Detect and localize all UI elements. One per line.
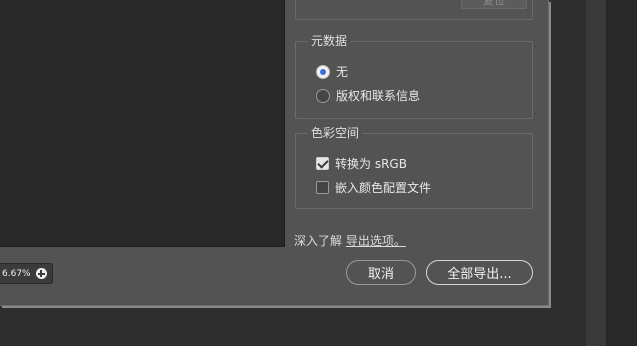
embed-profile-label: 嵌入颜色配置文件	[335, 181, 432, 195]
reset-button[interactable]: 复位	[461, 0, 527, 9]
app-edge	[606, 0, 637, 346]
zoom-in-icon[interactable]	[35, 268, 47, 279]
export-preview	[0, 0, 285, 247]
learn-more-text: 深入了解 导出选项。	[294, 232, 406, 249]
export-all-button[interactable]: 全部导出...	[426, 260, 533, 285]
checkbox-unchecked-icon[interactable]	[316, 181, 329, 194]
zoom-control[interactable]: 6.67%	[0, 263, 53, 284]
app-side-panel	[586, 0, 606, 346]
colorspace-title: 色彩空间	[308, 126, 363, 140]
radio-selected-icon[interactable]	[316, 64, 330, 79]
checkbox-checked-icon[interactable]	[316, 157, 329, 170]
metadata-option-copyright[interactable]: 版权和联系信息	[316, 87, 420, 104]
metadata-option-label: 版权和联系信息	[336, 89, 421, 103]
export-dialog: 6.67% 复位 元数据 无 版权和联系信息 色彩空间 转换为 sRGB 嵌入颜…	[0, 0, 549, 306]
colorspace-group: 色彩空间 转换为 sRGB 嵌入颜色配置文件	[295, 126, 533, 209]
convert-srgb-label: 转换为 sRGB	[335, 157, 407, 171]
metadata-option-label: 无	[336, 65, 349, 79]
metadata-option-none[interactable]: 无	[316, 63, 348, 80]
cancel-button[interactable]: 取消	[346, 260, 416, 285]
embed-profile-option[interactable]: 嵌入颜色配置文件	[316, 179, 431, 196]
convert-srgb-option[interactable]: 转换为 sRGB	[316, 155, 407, 172]
metadata-group: 元数据 无 版权和联系信息	[295, 34, 533, 119]
learn-prefix: 深入了解	[294, 234, 343, 248]
zoom-level: 6.67%	[2, 268, 31, 279]
metadata-title: 元数据	[308, 34, 351, 48]
export-options-link[interactable]: 导出选项。	[346, 234, 406, 248]
radio-unselected-icon[interactable]	[316, 88, 330, 103]
